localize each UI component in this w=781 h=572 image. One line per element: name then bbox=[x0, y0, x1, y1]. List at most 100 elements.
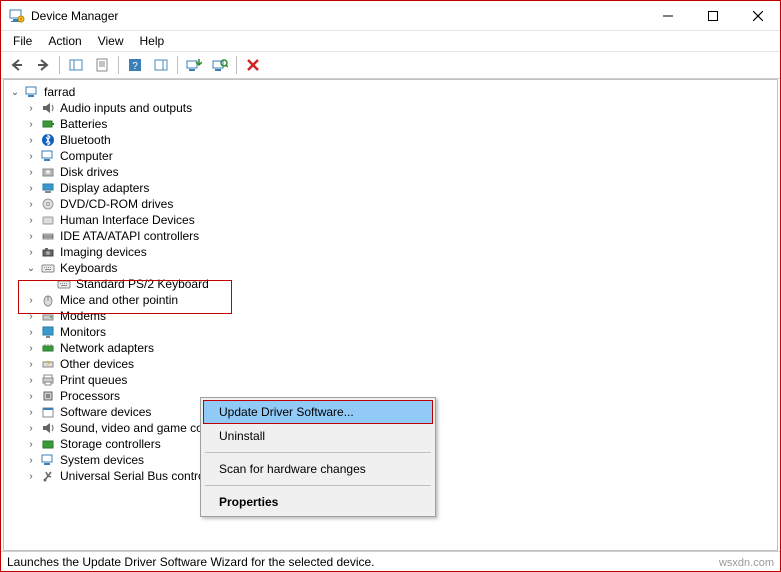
tree-category-mice[interactable]: › Mice and other pointin bbox=[8, 292, 777, 308]
tree-item-label: Network adapters bbox=[60, 341, 154, 355]
update-driver-button[interactable] bbox=[182, 53, 206, 77]
minimize-button[interactable] bbox=[645, 1, 690, 31]
expand-icon[interactable]: › bbox=[24, 119, 38, 130]
tree-item-label: Print queues bbox=[60, 373, 127, 387]
hid-icon bbox=[40, 212, 56, 228]
keyboard-icon bbox=[40, 260, 56, 276]
tree-category-display[interactable]: ›Display adapters bbox=[8, 180, 777, 196]
expand-icon[interactable]: › bbox=[24, 471, 38, 482]
expand-icon[interactable]: › bbox=[24, 103, 38, 114]
expand-icon[interactable]: › bbox=[24, 455, 38, 466]
menu-help[interactable]: Help bbox=[132, 32, 173, 50]
tree-category-ide[interactable]: ›IDE ATA/ATAPI controllers bbox=[8, 228, 777, 244]
expand-icon[interactable]: › bbox=[24, 183, 38, 194]
expand-icon[interactable]: › bbox=[24, 215, 38, 226]
tree-category-print-queues[interactable]: › Print queues bbox=[8, 372, 777, 388]
device-tree[interactable]: ⌄ farrad ›Audio inputs and outputs › Batt… bbox=[3, 79, 778, 551]
title-bar: Device Manager bbox=[1, 1, 780, 31]
tree-item-label: Keyboards bbox=[60, 261, 117, 275]
display-adapter-icon bbox=[40, 180, 56, 196]
collapse-icon[interactable]: ⌄ bbox=[8, 87, 22, 98]
toolbar-separator bbox=[59, 56, 60, 74]
expand-icon[interactable]: › bbox=[24, 439, 38, 450]
tree-category-bluetooth[interactable]: ›Bluetooth bbox=[8, 132, 777, 148]
tree-item-label: System devices bbox=[60, 453, 144, 467]
expand-icon[interactable]: › bbox=[24, 151, 38, 162]
disk-icon bbox=[40, 164, 56, 180]
properties-button[interactable] bbox=[90, 53, 114, 77]
svg-text:?: ? bbox=[46, 361, 50, 368]
expand-icon[interactable]: › bbox=[24, 199, 38, 210]
uninstall-button[interactable] bbox=[241, 53, 265, 77]
context-menu-update-driver[interactable]: Update Driver Software... bbox=[203, 400, 433, 424]
toolbar: ? bbox=[1, 51, 780, 79]
expand-icon[interactable]: › bbox=[24, 231, 38, 242]
tree-item-label: Software devices bbox=[60, 405, 151, 419]
expand-icon[interactable]: › bbox=[24, 423, 38, 434]
tree-item-label: Storage controllers bbox=[60, 437, 161, 451]
expand-icon[interactable]: › bbox=[24, 295, 38, 306]
tree-category-monitors[interactable]: › Monitors bbox=[8, 324, 777, 340]
tree-item-label: Monitors bbox=[60, 325, 106, 339]
pane-icon bbox=[153, 57, 169, 73]
attribution-text: wsxdn.com bbox=[719, 557, 774, 569]
properties-icon bbox=[94, 57, 110, 73]
show-hide-tree-button[interactable] bbox=[64, 53, 88, 77]
help-button[interactable]: ? bbox=[123, 53, 147, 77]
menu-action[interactable]: Action bbox=[40, 32, 89, 50]
toolbar-separator bbox=[118, 56, 119, 74]
tree-category-dvd[interactable]: ›DVD/CD-ROM drives bbox=[8, 196, 777, 212]
expand-icon[interactable]: › bbox=[24, 407, 38, 418]
tree-category-keyboards[interactable]: ⌄ Keyboards bbox=[8, 260, 777, 276]
menu-file[interactable]: File bbox=[5, 32, 40, 50]
collapse-icon[interactable]: ⌄ bbox=[24, 263, 38, 274]
context-menu-separator bbox=[205, 452, 431, 453]
tree-category-disk-drives[interactable]: ›Disk drives bbox=[8, 164, 777, 180]
tree-item-label: Mice and other pointin bbox=[60, 293, 178, 307]
forward-button[interactable] bbox=[31, 53, 55, 77]
expand-icon[interactable]: › bbox=[24, 391, 38, 402]
tree-category-batteries[interactable]: › Batteries bbox=[8, 116, 777, 132]
scan-hardware-button[interactable] bbox=[208, 53, 232, 77]
expand-icon[interactable]: › bbox=[24, 247, 38, 258]
tree-category-other[interactable]: ›? Other devices bbox=[8, 356, 777, 372]
tree-item-label: Imaging devices bbox=[60, 245, 147, 259]
context-menu-uninstall[interactable]: Uninstall bbox=[203, 424, 433, 448]
action-pane-button[interactable] bbox=[149, 53, 173, 77]
ide-icon bbox=[40, 228, 56, 244]
tree-root[interactable]: ⌄ farrad bbox=[8, 84, 777, 100]
close-button[interactable] bbox=[735, 1, 780, 31]
expand-icon[interactable]: › bbox=[24, 135, 38, 146]
tree-item-label: Batteries bbox=[60, 117, 107, 131]
maximize-button[interactable] bbox=[690, 1, 735, 31]
tree-device-ps2-keyboard[interactable]: Standard PS/2 Keyboard bbox=[8, 276, 777, 292]
tree-item-label: Human Interface Devices bbox=[60, 213, 195, 227]
toolbar-separator bbox=[177, 56, 178, 74]
context-menu-separator bbox=[205, 485, 431, 486]
tree-category-modems[interactable]: ›Modems bbox=[8, 308, 777, 324]
expand-icon[interactable]: › bbox=[24, 327, 38, 338]
tree-category-network[interactable]: › Network adapters bbox=[8, 340, 777, 356]
context-menu: Update Driver Software... Uninstall Scan… bbox=[200, 397, 436, 517]
tree-category-computer[interactable]: ›Computer bbox=[8, 148, 777, 164]
expand-icon[interactable]: › bbox=[24, 167, 38, 178]
expand-icon[interactable]: › bbox=[24, 311, 38, 322]
context-menu-properties[interactable]: Properties bbox=[203, 490, 433, 514]
menu-view[interactable]: View bbox=[90, 32, 132, 50]
status-text: Launches the Update Driver Software Wiza… bbox=[7, 555, 375, 569]
expand-icon[interactable]: › bbox=[24, 343, 38, 354]
battery-icon bbox=[40, 116, 56, 132]
svg-text:?: ? bbox=[132, 61, 138, 72]
expand-icon[interactable]: › bbox=[24, 359, 38, 370]
computer-icon bbox=[24, 84, 40, 100]
tree-category-audio[interactable]: ›Audio inputs and outputs bbox=[8, 100, 777, 116]
status-bar: Launches the Update Driver Software Wiza… bbox=[1, 551, 780, 571]
tree-item-label: Other devices bbox=[60, 357, 134, 371]
tree-category-imaging[interactable]: › Imaging devices bbox=[8, 244, 777, 260]
window-controls bbox=[645, 1, 780, 31]
context-menu-scan[interactable]: Scan for hardware changes bbox=[203, 457, 433, 481]
back-button[interactable] bbox=[5, 53, 29, 77]
tree-category-hid[interactable]: › Human Interface Devices bbox=[8, 212, 777, 228]
expand-icon[interactable]: › bbox=[24, 375, 38, 386]
toolbar-separator bbox=[236, 56, 237, 74]
